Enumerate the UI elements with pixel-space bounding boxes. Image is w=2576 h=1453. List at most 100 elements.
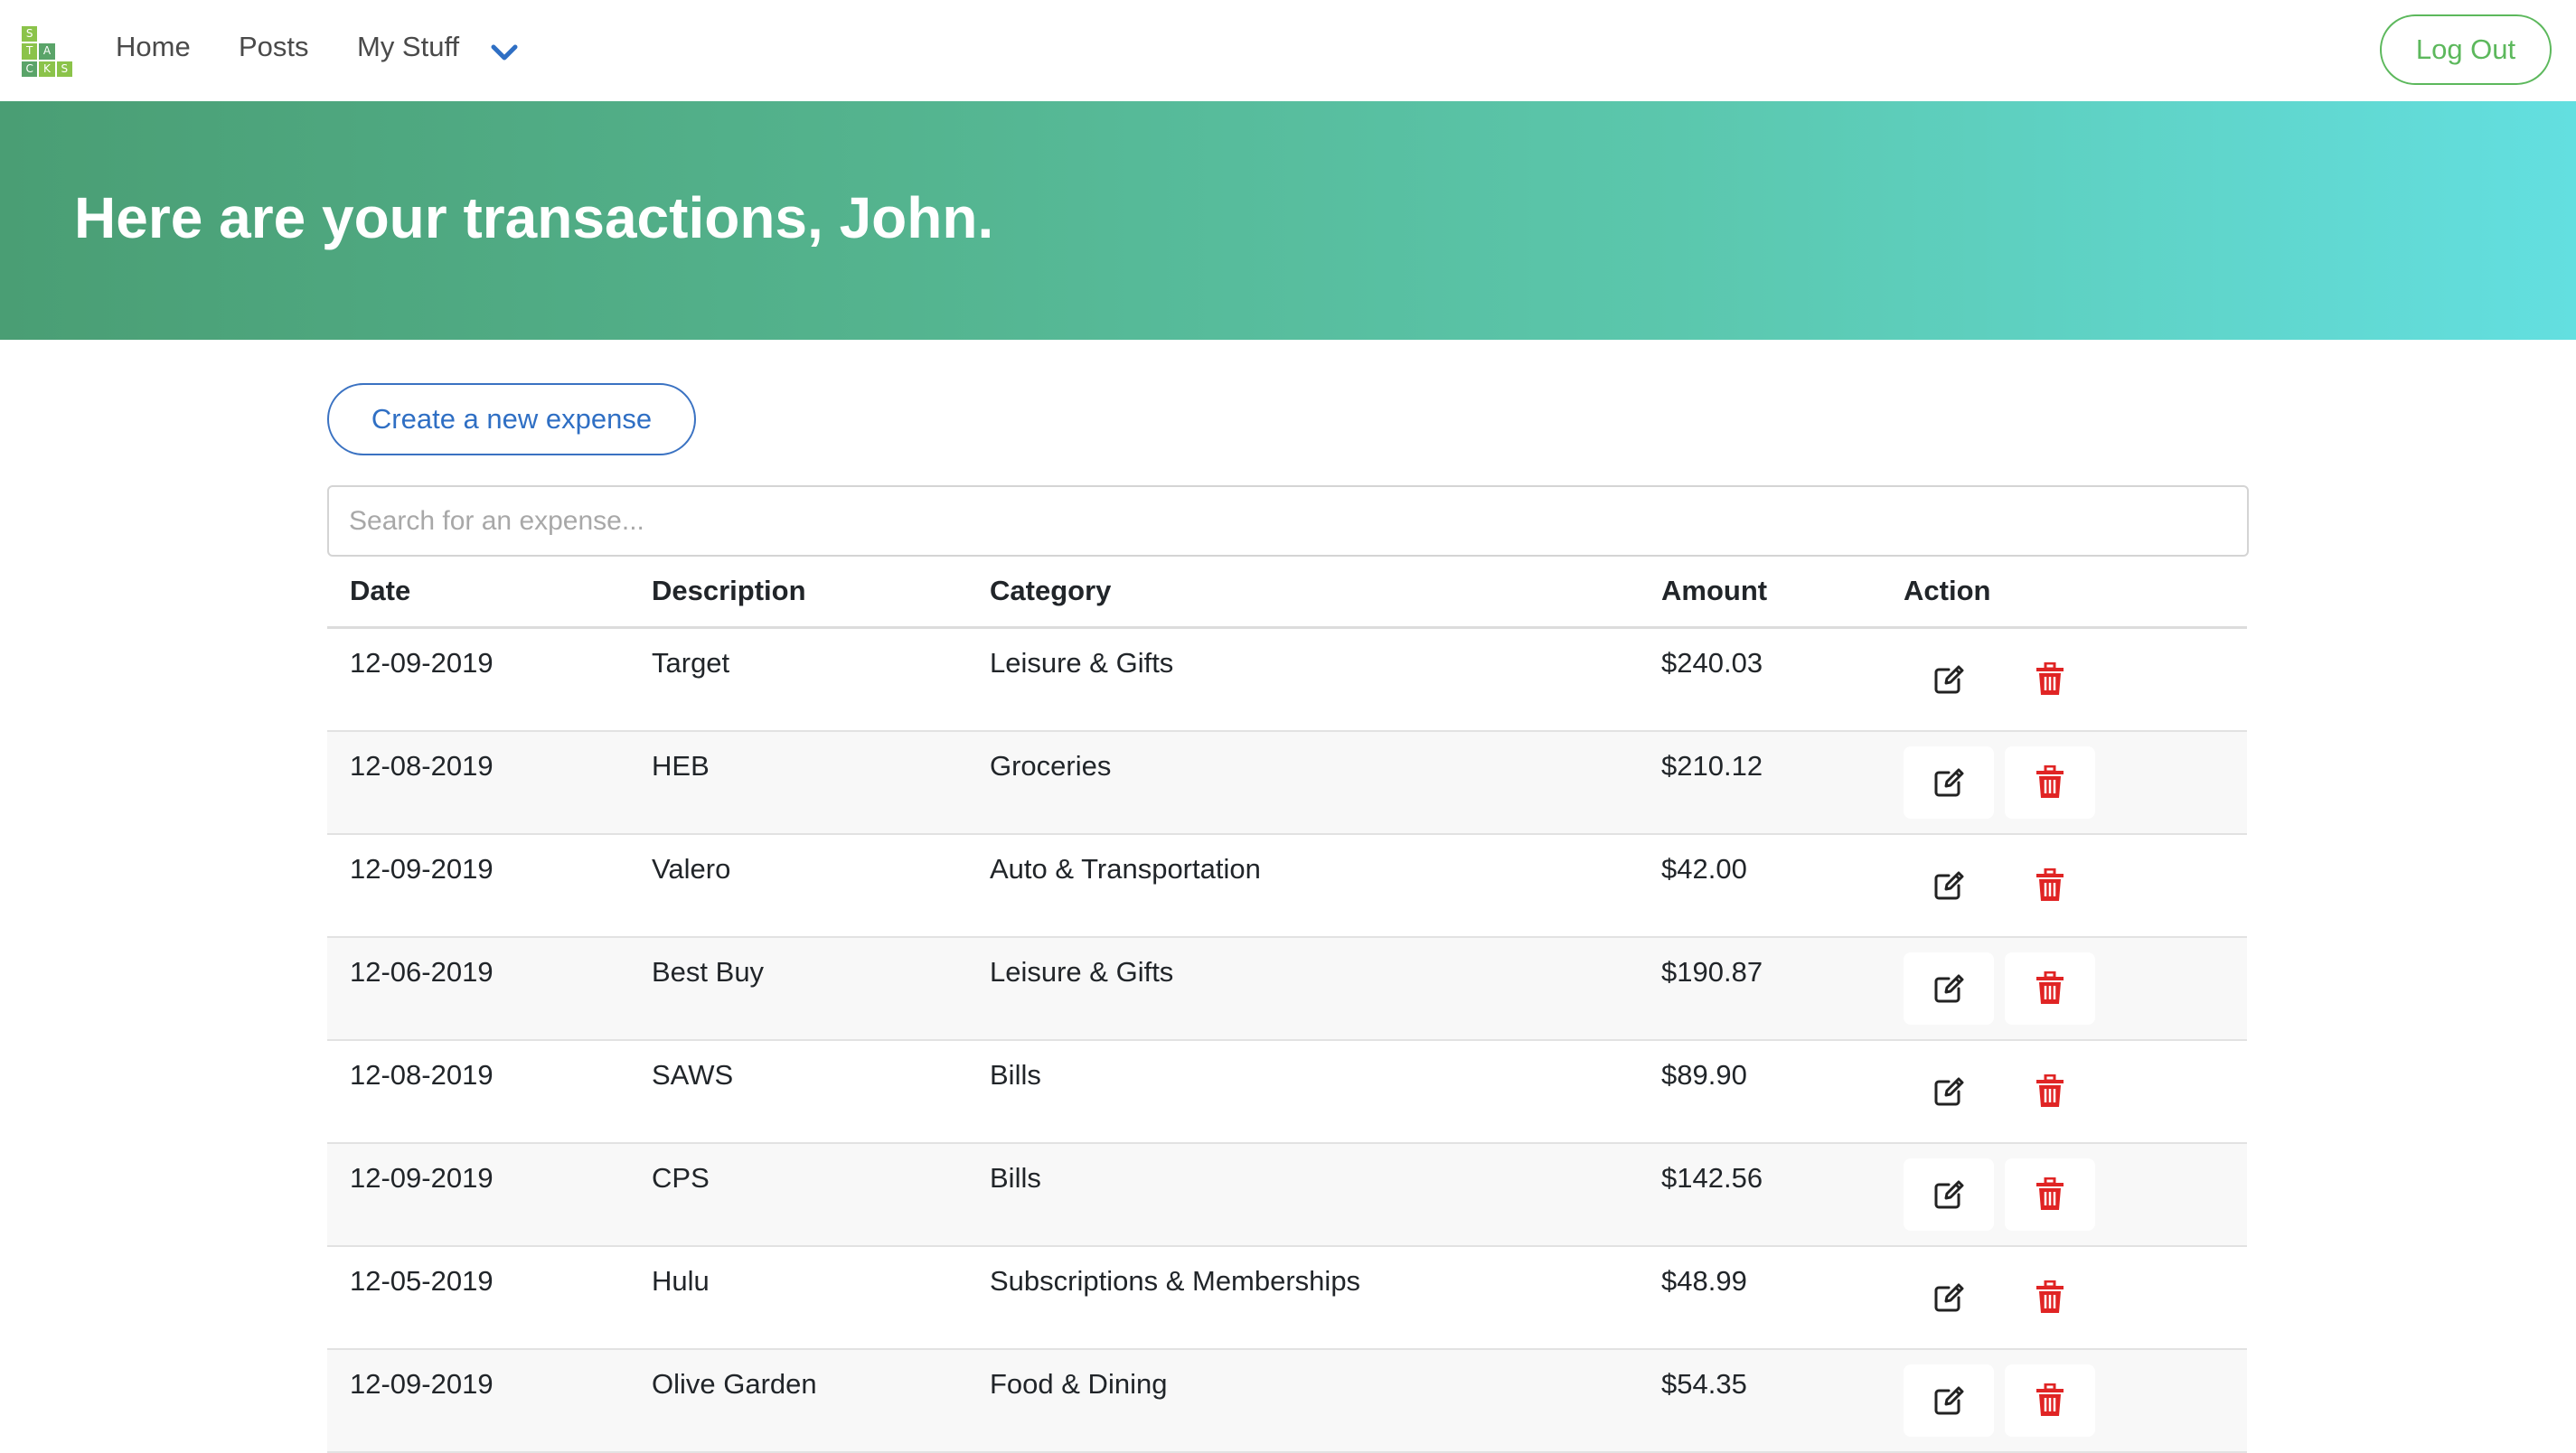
cell-category: Leisure & Gifts <box>990 956 1174 988</box>
edit-icon <box>1931 1383 1967 1419</box>
column-header-date[interactable]: Date <box>350 575 410 607</box>
delete-button[interactable] <box>2005 1364 2095 1437</box>
edit-button[interactable] <box>1904 1261 1994 1334</box>
edit-button[interactable] <box>1904 952 1994 1025</box>
table-body: 12-09-2019 Target Leisure & Gifts $240.0… <box>327 629 2247 1453</box>
edit-button[interactable] <box>1904 1364 1994 1437</box>
nav-link-home[interactable]: Home <box>116 31 191 63</box>
transactions-table: Date Description Category Amount Action … <box>327 557 2247 1453</box>
delete-button[interactable] <box>2005 1158 2095 1231</box>
trash-icon <box>2035 1280 2065 1315</box>
cell-amount: $89.90 <box>1661 1059 1747 1091</box>
cell-category: Food & Dining <box>990 1368 1168 1400</box>
edit-icon <box>1931 867 1967 904</box>
cell-amount: $210.12 <box>1661 750 1763 782</box>
logout-button[interactable]: Log Out <box>2380 14 2552 85</box>
delete-button[interactable] <box>2005 952 2095 1025</box>
trash-icon <box>2035 868 2065 903</box>
cell-category: Auto & Transportation <box>990 853 1261 885</box>
cell-date: 12-05-2019 <box>350 1265 494 1297</box>
delete-button[interactable] <box>2005 643 2095 716</box>
cell-amount: $142.56 <box>1661 1162 1763 1194</box>
cell-date: 12-08-2019 <box>350 1059 494 1091</box>
page-banner: Here are your transactions, John. <box>0 101 2576 340</box>
edit-icon <box>1931 1176 1967 1213</box>
logo-cell: S <box>56 61 72 77</box>
cell-date: 12-06-2019 <box>350 956 494 988</box>
nav-dropdown-my-stuff[interactable]: My Stuff <box>357 31 459 63</box>
cell-category: Leisure & Gifts <box>990 647 1174 679</box>
stacks-logo[interactable]: S T A C K S <box>22 26 72 77</box>
logo-cell: C <box>22 61 38 77</box>
cell-description: CPS <box>652 1162 710 1194</box>
trash-icon <box>2035 1383 2065 1418</box>
trash-icon <box>2035 662 2065 697</box>
table-row: 12-08-2019 SAWS Bills $89.90 <box>327 1041 2247 1144</box>
trash-icon <box>2035 1074 2065 1109</box>
create-expense-button[interactable]: Create a new expense <box>327 383 696 455</box>
edit-button[interactable] <box>1904 1158 1994 1231</box>
logo-cell: S <box>22 26 38 42</box>
cell-description: HEB <box>652 750 710 782</box>
column-header-description[interactable]: Description <box>652 575 806 607</box>
edit-button[interactable] <box>1904 643 1994 716</box>
edit-icon <box>1931 661 1967 698</box>
logo-cell: K <box>39 61 55 77</box>
table-row: 12-08-2019 HEB Groceries $210.12 <box>327 732 2247 835</box>
logo-cell <box>39 26 55 42</box>
logo-cell: T <box>22 43 38 60</box>
column-header-category[interactable]: Category <box>990 575 1111 607</box>
column-header-action: Action <box>1904 575 1991 606</box>
trash-icon <box>2035 765 2065 800</box>
logo-cell <box>56 43 72 60</box>
chevron-down-icon[interactable] <box>488 40 521 65</box>
edit-icon <box>1931 1073 1967 1110</box>
delete-button[interactable] <box>2005 849 2095 922</box>
cell-category: Groceries <box>990 750 1112 782</box>
table-row: 12-05-2019 Hulu Subscriptions & Membersh… <box>327 1247 2247 1350</box>
cell-amount: $190.87 <box>1661 956 1763 988</box>
delete-button[interactable] <box>2005 746 2095 819</box>
delete-button[interactable] <box>2005 1261 2095 1334</box>
page-title: Here are your transactions, John. <box>74 185 994 250</box>
edit-button[interactable] <box>1904 1055 1994 1128</box>
cell-amount: $240.03 <box>1661 647 1763 679</box>
table-row: 12-09-2019 Target Leisure & Gifts $240.0… <box>327 629 2247 732</box>
logo-cell <box>56 26 72 42</box>
trash-icon <box>2035 1177 2065 1212</box>
edit-button[interactable] <box>1904 746 1994 819</box>
cell-description: Best Buy <box>652 956 765 988</box>
edit-icon <box>1931 1280 1967 1316</box>
cell-date: 12-09-2019 <box>350 647 494 679</box>
nav-link-posts[interactable]: Posts <box>239 31 309 63</box>
edit-icon <box>1931 764 1967 801</box>
cell-date: 12-09-2019 <box>350 853 494 885</box>
cell-description: Target <box>652 647 730 679</box>
cell-amount: $48.99 <box>1661 1265 1747 1297</box>
search-input[interactable] <box>327 485 2249 557</box>
table-row: 12-09-2019 CPS Bills $142.56 <box>327 1144 2247 1247</box>
edit-icon <box>1931 970 1967 1007</box>
delete-button[interactable] <box>2005 1055 2095 1128</box>
table-row: 12-09-2019 Olive Garden Food & Dining $5… <box>327 1350 2247 1453</box>
cell-description: SAWS <box>652 1059 734 1091</box>
cell-date: 12-09-2019 <box>350 1368 494 1400</box>
edit-button[interactable] <box>1904 849 1994 922</box>
cell-description: Olive Garden <box>652 1368 817 1400</box>
cell-amount: $42.00 <box>1661 853 1747 885</box>
cell-date: 12-08-2019 <box>350 750 494 782</box>
cell-amount: $54.35 <box>1661 1368 1747 1400</box>
column-header-amount[interactable]: Amount <box>1661 575 1767 607</box>
table-row: 12-09-2019 Valero Auto & Transportation … <box>327 835 2247 938</box>
table-header: Date Description Category Amount Action <box>327 557 2247 629</box>
cell-description: Hulu <box>652 1265 710 1297</box>
table-row: 12-06-2019 Best Buy Leisure & Gifts $190… <box>327 938 2247 1041</box>
cell-date: 12-09-2019 <box>350 1162 494 1194</box>
top-navbar: S T A C K S Home Posts My Stuff Log Out <box>0 0 2576 101</box>
cell-category: Subscriptions & Memberships <box>990 1265 1361 1297</box>
cell-description: Valero <box>652 853 731 885</box>
trash-icon <box>2035 971 2065 1006</box>
logo-cell: A <box>39 43 55 60</box>
cell-category: Bills <box>990 1162 1041 1194</box>
cell-category: Bills <box>990 1059 1041 1091</box>
